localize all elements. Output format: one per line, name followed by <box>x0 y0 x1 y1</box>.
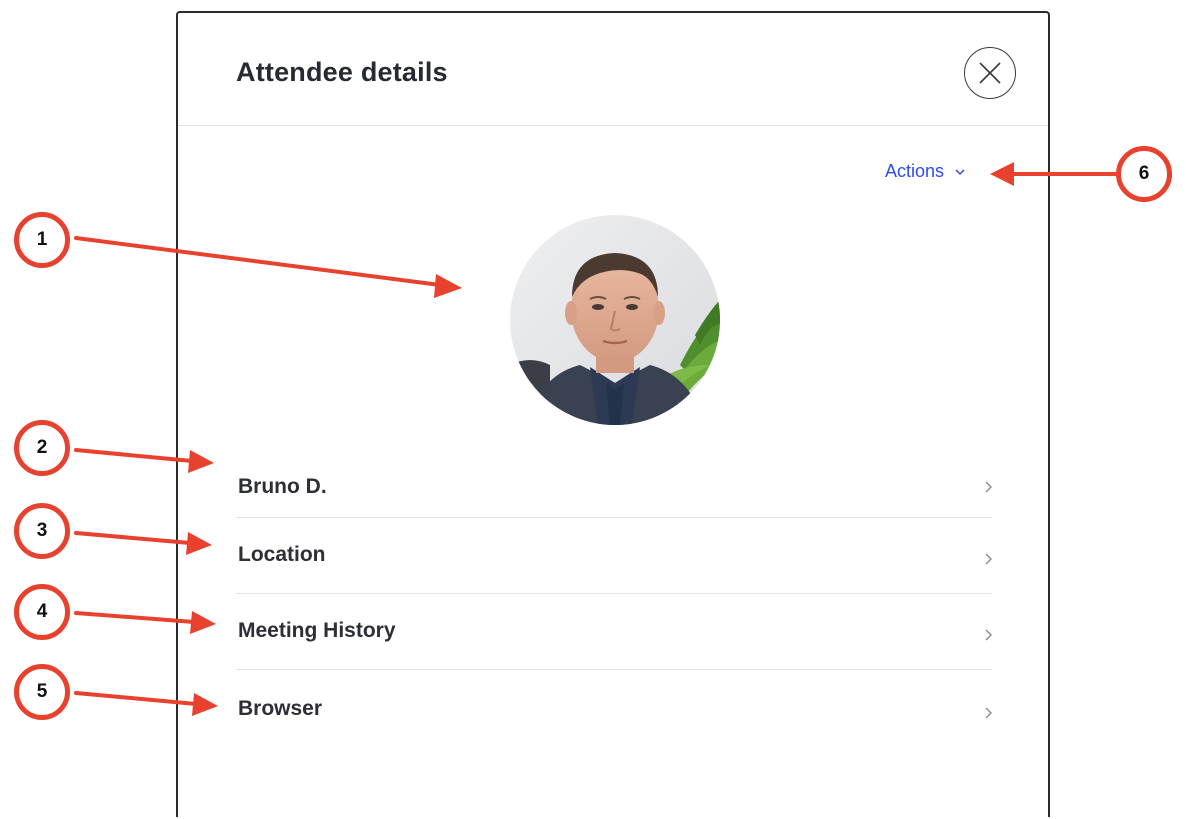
annotation-marker-1: 1 <box>14 212 70 268</box>
annotation-marker-4: 4 <box>14 584 70 640</box>
annotation-marker-6: 6 <box>1116 146 1172 202</box>
annotation-arrows <box>74 162 1122 716</box>
arrow-5 <box>74 691 198 706</box>
arrow-4 <box>74 611 196 624</box>
arrow-3 <box>74 531 192 545</box>
annotation-marker-3: 3 <box>14 503 70 559</box>
arrow-1 <box>74 236 442 287</box>
screenshot-stage: Attendee details Actions Bruno D. Locati… <box>0 0 1186 819</box>
arrow-2 <box>74 448 194 463</box>
annotation-marker-2: 2 <box>14 420 70 476</box>
annotation-marker-5: 5 <box>14 664 70 720</box>
